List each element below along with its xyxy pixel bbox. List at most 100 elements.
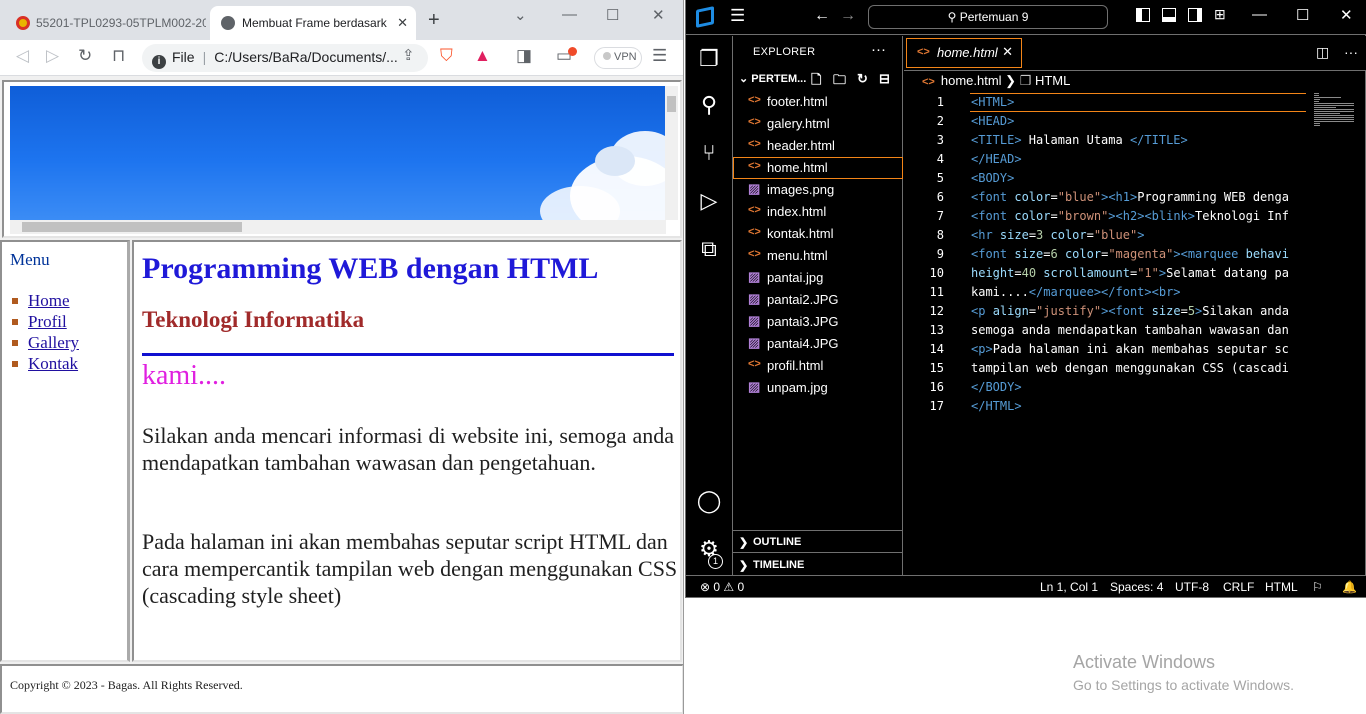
- explorer-icon[interactable]: ❐: [696, 46, 722, 72]
- extensions-icon[interactable]: ⧉: [696, 236, 722, 262]
- file-item[interactable]: <> menu.html: [733, 245, 903, 267]
- file-item[interactable]: ▨ pantai2.JPG: [733, 289, 903, 311]
- image-file-icon: ▨: [748, 291, 761, 306]
- code-line: <TITLE> Halaman Utama </TITLE>: [971, 133, 1188, 147]
- back-icon[interactable]: ◁: [16, 46, 29, 66]
- address-bar[interactable]: i File | C:/Users/BaRa/Documents/...: [142, 44, 428, 72]
- code-token: color: [1043, 228, 1087, 242]
- file-item[interactable]: <> kontak.html: [733, 223, 903, 245]
- vscode-close-button[interactable]: ✕: [1340, 6, 1353, 24]
- profil-link[interactable]: Profil: [28, 312, 67, 331]
- tab-search-icon[interactable]: ⌄: [514, 6, 527, 24]
- language-mode[interactable]: HTML: [1265, 580, 1298, 594]
- file-item[interactable]: ▨ pantai.jpg: [733, 267, 903, 289]
- breadcrumb-symbol[interactable]: HTML: [1035, 73, 1070, 88]
- folder-header[interactable]: ⌄ PERTEM... 🗋 🗀 ↻ ⊟: [733, 69, 903, 91]
- file-item[interactable]: ▨ pantai3.JPG: [733, 311, 903, 333]
- close-window-button[interactable]: ✕: [652, 6, 665, 24]
- share-icon[interactable]: ⇪: [402, 46, 415, 64]
- split-editor-icon[interactable]: ◫: [1316, 44, 1329, 61]
- close-tab-icon[interactable]: ✕: [397, 15, 408, 31]
- editor-more-icon[interactable]: ···: [1344, 44, 1358, 60]
- refresh-icon[interactable]: ↻: [857, 71, 868, 87]
- code-token: "1": [1137, 266, 1159, 280]
- file-item[interactable]: ▨ pantai4.JPG: [733, 333, 903, 355]
- code-token: =: [1086, 228, 1094, 242]
- search-view-icon[interactable]: ⚲: [696, 92, 722, 118]
- minimap[interactable]: [1314, 93, 1358, 127]
- minimize-button[interactable]: —: [562, 6, 577, 23]
- sidebar-icon[interactable]: ◨: [516, 46, 532, 66]
- editor-tab-label: home.html: [937, 45, 998, 60]
- source-control-icon[interactable]: ⑂: [696, 140, 722, 166]
- new-folder-icon[interactable]: 🗀: [833, 71, 846, 93]
- nav-forward-icon[interactable]: →: [840, 7, 856, 25]
- cursor-position[interactable]: Ln 1, Col 1: [1040, 580, 1098, 594]
- code-token: Selamat datang pa: [1166, 266, 1289, 280]
- file-item[interactable]: <> galery.html: [733, 113, 903, 135]
- code-editor[interactable]: 1 <HTML> 2 <HEAD> 3 <TITLE> Halaman Utama </T…: [904, 93, 1306, 575]
- nav-back-icon[interactable]: ←: [814, 7, 830, 25]
- hamburger-menu-icon[interactable]: ☰: [730, 6, 745, 26]
- run-debug-icon[interactable]: ▷: [696, 188, 722, 214]
- collapse-all-icon[interactable]: ⊟: [879, 71, 890, 87]
- code-token: >: [1108, 209, 1116, 223]
- forward-icon[interactable]: ▷: [46, 46, 59, 66]
- menu-icon[interactable]: ☰: [652, 46, 667, 66]
- more-actions-icon[interactable]: ···: [871, 41, 886, 58]
- info-icon[interactable]: i: [152, 55, 166, 69]
- warning-icon: ⚠: [723, 580, 738, 594]
- code-line: <font size=6 color="magenta"><marquee be…: [971, 247, 1289, 261]
- home-link[interactable]: Home: [28, 291, 70, 310]
- file-item[interactable]: <> footer.html: [733, 91, 903, 113]
- code-token: =: [1014, 266, 1022, 280]
- command-center[interactable]: ⚲ Pertemuan 9: [868, 5, 1108, 29]
- code-token: <p>: [971, 342, 993, 356]
- encoding[interactable]: UTF-8: [1175, 580, 1209, 594]
- brave-rewards-icon[interactable]: ▲: [474, 46, 491, 66]
- browser-tab-course[interactable]: 55201-TPL0293-05TPLM002-20: [6, 6, 206, 40]
- timeline-section[interactable]: ❯ TIMELINE: [733, 552, 903, 575]
- close-editor-icon[interactable]: ✕: [1002, 44, 1013, 60]
- new-tab-button[interactable]: +: [428, 10, 440, 30]
- header-vertical-scrollbar[interactable]: [665, 86, 678, 220]
- outline-section[interactable]: ❯ OUTLINE: [733, 530, 903, 552]
- notifications-bell-icon[interactable]: 🔔: [1342, 580, 1357, 594]
- kontak-link[interactable]: Kontak: [28, 354, 78, 373]
- toggle-secondary-sidebar-icon[interactable]: [1188, 8, 1202, 22]
- new-file-icon[interactable]: 🗋: [811, 71, 821, 93]
- bookmark-icon[interactable]: ⊓: [112, 46, 125, 66]
- file-item[interactable]: <> home.html: [733, 157, 903, 179]
- toggle-primary-sidebar-icon[interactable]: [1136, 8, 1150, 22]
- file-item[interactable]: <> profil.html: [733, 355, 903, 377]
- code-token: color: [1014, 209, 1051, 223]
- vscode-minimize-button[interactable]: —: [1252, 6, 1267, 23]
- file-name: pantai.jpg: [767, 270, 824, 285]
- brave-shield-icon[interactable]: ⛉: [440, 46, 453, 66]
- file-item[interactable]: ▨ images.png: [733, 179, 903, 201]
- gallery-link[interactable]: Gallery: [28, 333, 79, 352]
- accounts-icon[interactable]: ◯: [696, 488, 722, 514]
- reload-icon[interactable]: ↻: [78, 46, 92, 66]
- code-token: "blue": [1057, 190, 1102, 204]
- maximize-button[interactable]: ☐: [606, 6, 619, 24]
- browser-tab-active[interactable]: Membuat Frame berdasark ✕: [210, 6, 416, 40]
- file-item[interactable]: <> index.html: [733, 201, 903, 223]
- activity-bar: ❐ ⚲ ⑂ ▷ ⧉ ◯ ⚙ 1: [686, 36, 733, 575]
- customize-layout-icon[interactable]: ⊞: [1214, 6, 1226, 23]
- indentation[interactable]: Spaces: 4: [1110, 580, 1163, 594]
- line-number: 10: [929, 266, 944, 280]
- file-item[interactable]: <> header.html: [733, 135, 903, 157]
- editor-tab-home[interactable]: <> home.html ✕: [906, 38, 1022, 68]
- line-ending[interactable]: CRLF: [1223, 580, 1254, 594]
- menu-title: Menu: [10, 250, 50, 269]
- header-horizontal-scrollbar[interactable]: [10, 220, 666, 234]
- breadcrumb-file[interactable]: home.html: [941, 73, 1002, 88]
- vpn-button[interactable]: VPN: [594, 47, 642, 69]
- toggle-panel-icon[interactable]: [1162, 8, 1176, 22]
- vscode-maximize-button[interactable]: ☐: [1296, 6, 1309, 24]
- file-list: <> footer.html <> galery.html <> header.html <…: [733, 91, 903, 399]
- feedback-icon[interactable]: ⚐: [1312, 580, 1323, 594]
- problems-indicator[interactable]: ⊗ 0 ⚠ 0: [700, 580, 744, 594]
- file-item[interactable]: ▨ unpam.jpg: [733, 377, 903, 399]
